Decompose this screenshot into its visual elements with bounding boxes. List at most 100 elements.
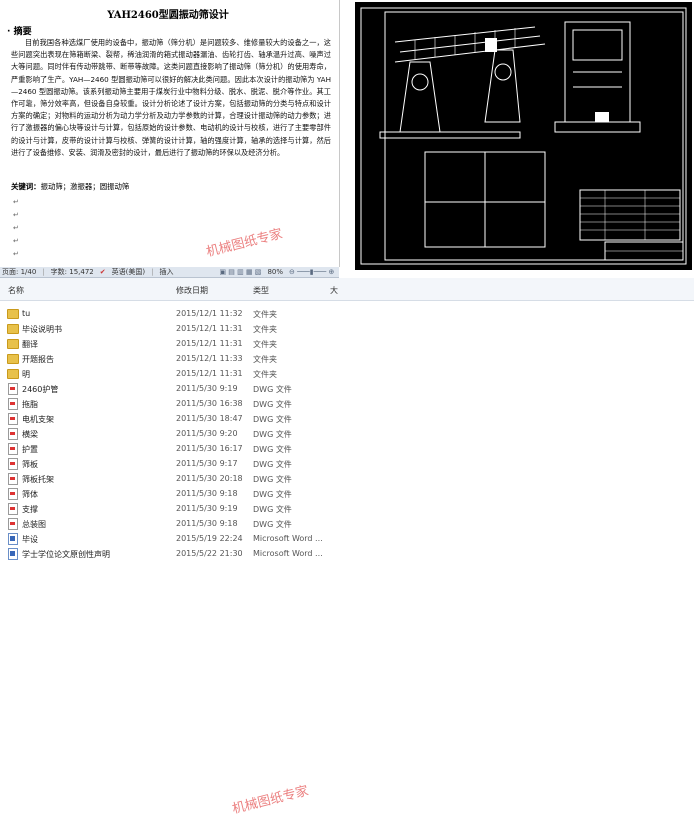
file-type: 文件夹 — [253, 310, 277, 319]
dwg-icon — [8, 458, 18, 470]
word-status-bar: 页面: 1/40 | 字数: 15,472 ✔ 英语(美国) | 插入 ▣ ▤ … — [0, 267, 339, 278]
file-row[interactable]: 筛板托架 2011/5/30 20:18 DWG 文件 — [0, 471, 694, 486]
watermark-text: 机械图纸专家 — [204, 226, 285, 261]
keywords-value: 振动筛；激振器；圆振动筛 — [40, 182, 130, 191]
status-mode[interactable]: 插入 — [159, 267, 173, 277]
keywords-label: 关键词： — [11, 182, 41, 191]
dwg-icon — [8, 383, 18, 395]
file-explorer[interactable]: 名称 修改日期 类型 大 tu 2015/12/1 11:32 文件夹 毕设说明书 20… — [0, 278, 694, 817]
column-header-size[interactable]: 大 — [330, 285, 338, 296]
file-type: DWG 文件 — [253, 400, 292, 409]
dwg-icon — [8, 503, 18, 515]
paragraph-mark-icon: ↵ — [13, 250, 19, 258]
file-type: Microsoft Word ... — [253, 549, 323, 558]
file-name: 护置 — [22, 445, 38, 454]
keywords-line: 关键词：振动筛；激振器；圆振动筛 — [11, 181, 129, 192]
status-language[interactable]: 英语(美国) — [112, 267, 145, 277]
word-doc-icon — [8, 548, 18, 560]
file-date: 2011/5/30 9:19 — [176, 504, 238, 513]
word-doc-icon — [8, 533, 18, 545]
column-header-name[interactable]: 名称 — [8, 285, 24, 296]
file-row[interactable]: 电机支架 2011/5/30 18:47 DWG 文件 — [0, 411, 694, 426]
dwg-icon — [8, 473, 18, 485]
paragraph-mark-icon: ↵ — [13, 198, 19, 206]
file-name: 翻译 — [22, 340, 38, 349]
file-name: tu — [22, 309, 31, 318]
file-type: DWG 文件 — [253, 385, 292, 394]
file-row[interactable]: 拖脂 2011/5/30 16:38 DWG 文件 — [0, 396, 694, 411]
file-type: Microsoft Word ... — [253, 534, 323, 543]
column-header-date[interactable]: 修改日期 — [176, 285, 208, 296]
file-name: 明 — [22, 370, 30, 379]
file-row[interactable]: 总装图 2011/5/30 9:18 DWG 文件 — [0, 516, 694, 531]
file-row[interactable]: 毕设说明书 2015/12/1 11:31 文件夹 — [0, 321, 694, 336]
file-row[interactable]: tu 2015/12/1 11:32 文件夹 — [0, 306, 694, 321]
cad-drawing-image — [360, 7, 687, 265]
file-name: 支撑 — [22, 505, 38, 514]
watermark-text: 机械图纸专家 — [230, 783, 311, 817]
file-name: 筛板托架 — [22, 475, 54, 484]
zoom-slider[interactable]: ⊖ ───▮─── ⊕ — [289, 268, 334, 276]
file-name: 电机支架 — [22, 415, 54, 424]
file-type: DWG 文件 — [253, 445, 292, 454]
cad-drawing-preview — [353, 0, 694, 272]
file-date: 2015/12/1 11:33 — [176, 354, 243, 363]
status-separator: | — [151, 268, 154, 276]
file-date: 2011/5/30 16:17 — [176, 444, 243, 453]
dwg-icon — [8, 518, 18, 530]
cad-sheet — [355, 2, 692, 270]
file-type: 文件夹 — [253, 355, 277, 364]
file-type: DWG 文件 — [253, 490, 292, 499]
dwg-icon — [8, 428, 18, 440]
file-row[interactable]: 支撑 2011/5/30 9:19 DWG 文件 — [0, 501, 694, 516]
file-row[interactable]: 筛体 2011/5/30 9:18 DWG 文件 — [0, 486, 694, 501]
folder-icon — [7, 354, 19, 364]
file-row[interactable]: 筛板 2011/5/30 9:17 DWG 文件 — [0, 456, 694, 471]
status-zoom[interactable]: 80% — [267, 268, 283, 276]
file-name: 开题报告 — [22, 355, 54, 364]
folder-icon — [7, 324, 19, 334]
paragraph-mark-icon: ↵ — [13, 211, 19, 219]
column-header-type[interactable]: 类型 — [253, 285, 269, 296]
file-row[interactable]: 翻译 2015/12/1 11:31 文件夹 — [0, 336, 694, 351]
file-date: 2011/5/30 20:18 — [176, 474, 243, 483]
file-row[interactable]: 开题报告 2015/12/1 11:33 文件夹 — [0, 351, 694, 366]
dwg-icon — [8, 443, 18, 455]
file-type: DWG 文件 — [253, 415, 292, 424]
file-row[interactable]: 护置 2011/5/30 16:17 DWG 文件 — [0, 441, 694, 456]
dwg-icon — [8, 398, 18, 410]
file-name: 毕设说明书 — [22, 325, 62, 334]
view-buttons-icon[interactable]: ▣ ▤ ▥ ▦ ▧ — [219, 268, 261, 276]
file-date: 2011/5/30 9:20 — [176, 429, 238, 438]
column-header-row: 名称 修改日期 类型 大 — [0, 278, 694, 301]
file-row[interactable]: 横梁 2011/5/30 9:20 DWG 文件 — [0, 426, 694, 441]
dwg-icon — [8, 488, 18, 500]
spellcheck-icon[interactable]: ✔ — [100, 268, 106, 276]
file-row[interactable]: 毕设 2015/5/19 22:24 Microsoft Word ... — [0, 531, 694, 546]
file-row[interactable]: 学士学位论文原创性声明 2015/5/22 21:30 Microsoft Word… — [0, 546, 694, 561]
file-row[interactable]: 2460护管 2011/5/30 9:19 DWG 文件 — [0, 381, 694, 396]
status-separator: | — [42, 268, 45, 276]
file-date: 2015/5/19 22:24 — [176, 534, 243, 543]
file-type: DWG 文件 — [253, 460, 292, 469]
file-name: 总装图 — [22, 520, 46, 529]
file-type: DWG 文件 — [253, 475, 292, 484]
status-words[interactable]: 字数: 15,472 — [51, 267, 94, 277]
file-date: 2011/5/30 9:17 — [176, 459, 238, 468]
file-name: 拖脂 — [22, 400, 38, 409]
word-document-pane[interactable]: YAH2460型圆振动筛设计 · 摘要 目前我国各种选煤厂使用的设备中，振动筛（… — [0, 0, 340, 267]
file-date: 2011/5/30 16:38 — [176, 399, 243, 408]
file-row[interactable]: 明 2015/12/1 11:31 文件夹 — [0, 366, 694, 381]
paragraph-mark-icon: ↵ — [13, 224, 19, 232]
folder-icon — [7, 309, 19, 319]
abstract-heading-text: 摘要 — [13, 27, 32, 37]
abstract-heading: · 摘要 — [7, 27, 32, 37]
file-date: 2015/12/1 11:32 — [176, 309, 243, 318]
folder-icon — [7, 369, 19, 379]
file-name: 2460护管 — [22, 385, 59, 394]
status-page[interactable]: 页面: 1/40 — [2, 267, 36, 277]
file-date: 2015/5/22 21:30 — [176, 549, 243, 558]
file-date: 2015/12/1 11:31 — [176, 324, 243, 333]
file-type: DWG 文件 — [253, 430, 292, 439]
file-date: 2015/12/1 11:31 — [176, 369, 243, 378]
